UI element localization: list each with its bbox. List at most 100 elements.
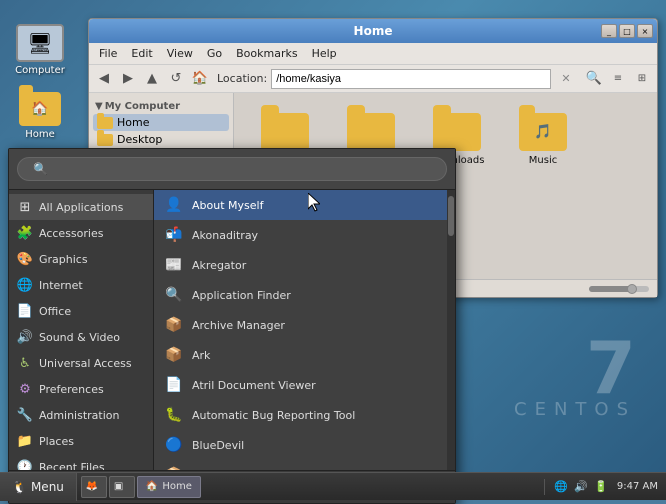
music-folder-label: Music	[529, 155, 557, 166]
bluedevil-label: BlueDevil	[192, 439, 244, 452]
window-toolbar: ◀ ▶ ▲ ↺ 🏠 Location: ✕ 🔍 ≡ ⊞	[89, 65, 657, 93]
start-button[interactable]: 🐧 Menu	[0, 473, 77, 501]
app-boxes[interactable]: 📦 Boxes	[154, 460, 447, 470]
abrt-icon: 🐛	[164, 405, 184, 425]
menu-help[interactable]: Help	[306, 45, 343, 62]
tray-network-icon[interactable]: 🌐	[553, 479, 569, 495]
taskbar-terminal-icon[interactable]: ▣	[109, 476, 135, 498]
cat-universal-access[interactable]: ♿ Universal Access	[9, 350, 153, 376]
desktop-folder-sm-icon	[97, 134, 113, 146]
app-atril[interactable]: 📄 Atril Document Viewer	[154, 370, 447, 400]
about-myself-icon: 👤	[164, 195, 184, 215]
app-archive-manager[interactable]: 📦 Archive Manager	[154, 310, 447, 340]
atril-label: Atril Document Viewer	[192, 379, 316, 392]
computer-desktop-icon[interactable]: 🖥 Computer	[8, 20, 72, 80]
tray-volume-icon[interactable]: 🔊	[573, 479, 589, 495]
taskbar-firefox-icon[interactable]: 🦊	[81, 476, 107, 498]
cat-accessories[interactable]: 🧩 Accessories	[9, 220, 153, 246]
desktop-icons-area: 🖥 Computer 🏠 Home	[8, 20, 72, 144]
close-button[interactable]: ×	[637, 24, 653, 38]
cat-graphics[interactable]: 🎨 Graphics	[9, 246, 153, 272]
app-about-myself[interactable]: 👤 About Myself	[154, 190, 447, 220]
office-icon: 📄	[17, 303, 33, 319]
menu-go[interactable]: Go	[201, 45, 228, 62]
scroll-thumb[interactable]	[448, 196, 454, 236]
app-finder-label: Application Finder	[192, 289, 291, 302]
preferences-icon: ⚙	[17, 381, 33, 397]
akregator-label: Akregator	[192, 259, 246, 272]
sidebar-item-desktop[interactable]: Desktop	[93, 131, 229, 148]
archive-manager-icon: 📦	[164, 315, 184, 335]
view-grid-button[interactable]: ⊞	[631, 68, 653, 90]
about-myself-label: About Myself	[192, 199, 263, 212]
forward-button[interactable]: ▶	[117, 68, 139, 90]
centos-logo: 7 CENTOS	[514, 332, 636, 420]
taskbar-tray: 🌐 🔊 🔋 9:47 AM	[544, 479, 666, 495]
cat-office-label: Office	[39, 305, 71, 318]
progress-thumb	[627, 284, 637, 294]
cat-universal-label: Universal Access	[39, 357, 132, 370]
taskbar-home-window[interactable]: 🏠 Home	[137, 476, 201, 498]
cat-administration-label: Administration	[39, 409, 120, 422]
maximize-button[interactable]: □	[619, 24, 635, 38]
sidebar-item-home[interactable]: Home	[93, 114, 229, 131]
cat-recent-files[interactable]: 🕐 Recent Files	[9, 454, 153, 470]
menu-edit[interactable]: Edit	[125, 45, 158, 62]
app-bluedevil[interactable]: 🔵 BlueDevil	[154, 430, 447, 460]
app-list: 👤 About Myself 📬 Akonaditray 📰 Akregator…	[154, 190, 447, 470]
music-folder-icon: 🎵	[519, 113, 567, 151]
home-folder-sm-icon	[97, 117, 113, 129]
cat-sound-video-label: Sound & Video	[39, 331, 120, 344]
window-menubar: File Edit View Go Bookmarks Help	[89, 43, 657, 65]
menu-view[interactable]: View	[161, 45, 199, 62]
window-titlebar: Home _ □ ×	[89, 19, 657, 43]
cat-office[interactable]: 📄 Office	[9, 298, 153, 324]
home-desktop-icon[interactable]: 🏠 Home	[8, 88, 72, 144]
progress-track	[589, 286, 649, 292]
tray-battery-icon[interactable]: 🔋	[593, 479, 609, 495]
view-list-button[interactable]: ≡	[607, 68, 629, 90]
cat-preferences[interactable]: ⚙ Preferences	[9, 376, 153, 402]
cat-sound-video[interactable]: 🔊 Sound & Video	[9, 324, 153, 350]
window-title: Home	[354, 24, 393, 38]
menu-file[interactable]: File	[93, 45, 123, 62]
taskbar-apps: 🦊 ▣ 🏠 Home	[77, 476, 544, 498]
cat-internet-label: Internet	[39, 279, 83, 292]
location-label: Location:	[217, 72, 267, 85]
ark-label: Ark	[192, 349, 210, 362]
home-button[interactable]: 🏠	[189, 68, 211, 90]
window-controls: _ □ ×	[601, 24, 653, 38]
app-finder-icon: 🔍	[164, 285, 184, 305]
search-button[interactable]: 🔍	[583, 68, 605, 90]
app-application-finder[interactable]: 🔍 Application Finder	[154, 280, 447, 310]
app-abrt[interactable]: 🐛 Automatic Bug Reporting Tool	[154, 400, 447, 430]
cat-administration[interactable]: 🔧 Administration	[9, 402, 153, 428]
up-button[interactable]: ▲	[141, 68, 163, 90]
location-input[interactable]	[271, 69, 551, 89]
recent-files-icon: 🕐	[17, 459, 33, 470]
back-button[interactable]: ◀	[93, 68, 115, 90]
app-akregator[interactable]: 📰 Akregator	[154, 250, 447, 280]
app-ark[interactable]: 📦 Ark	[154, 340, 447, 370]
universal-access-icon: ♿	[17, 355, 33, 371]
location-clear-icon[interactable]: ✕	[555, 68, 577, 90]
progress-bar-area	[589, 286, 649, 292]
cat-all-applications[interactable]: ⊞ All Applications	[9, 194, 153, 220]
cat-places[interactable]: 📁 Places	[9, 428, 153, 454]
cat-internet[interactable]: 🌐 Internet	[9, 272, 153, 298]
computer-label: Computer	[15, 65, 65, 76]
documents-folder-icon	[347, 113, 395, 151]
reload-button[interactable]: ↺	[165, 68, 187, 90]
minimize-button[interactable]: _	[601, 24, 617, 38]
progress-fill	[589, 286, 631, 292]
app-list-scrollbar[interactable]	[447, 190, 455, 470]
sidebar-desktop-label: Desktop	[117, 133, 162, 146]
centos-version: 7	[514, 332, 636, 404]
app-menu-body: ⊞ All Applications 🧩 Accessories 🎨 Graph…	[9, 190, 455, 470]
start-label: Menu	[31, 480, 64, 494]
app-akonaditray[interactable]: 📬 Akonaditray	[154, 220, 447, 250]
home-folder-icon-lg: 🏠	[19, 92, 61, 126]
menu-bookmarks[interactable]: Bookmarks	[230, 45, 303, 62]
file-music[interactable]: 🎵 Music	[508, 109, 578, 170]
app-search-input[interactable]	[17, 157, 447, 181]
